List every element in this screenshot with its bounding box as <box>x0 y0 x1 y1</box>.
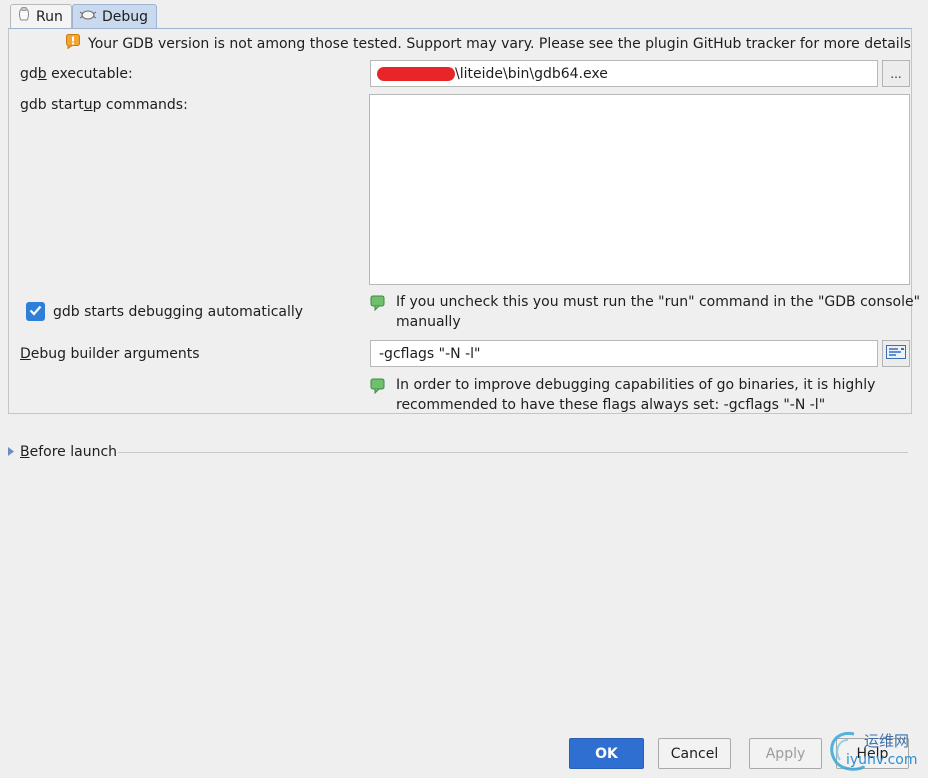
hint-line: recommended to have these flags always s… <box>396 397 826 413</box>
label-part: gdb start <box>20 97 84 113</box>
warning-text: Your GDB version is not among those test… <box>88 35 911 52</box>
ok-label: OK <box>595 745 618 762</box>
hint-line: If you uncheck this you must run the "ru… <box>396 294 921 310</box>
label-part: p commands: <box>92 97 188 113</box>
auto-start-label: gdb starts debugging automatically <box>53 304 303 320</box>
label-part: executable: <box>46 66 133 82</box>
gdb-version-warning: Your GDB version is not among those test… <box>66 34 911 53</box>
info-bubble-icon <box>370 295 386 312</box>
hint-line: In order to improve debugging capabiliti… <box>396 377 876 393</box>
apply-label: Apply <box>765 745 806 762</box>
cancel-label: Cancel <box>670 745 719 762</box>
before-launch-divider <box>118 452 908 453</box>
expand-triangle-icon <box>8 444 14 460</box>
checkmark-icon <box>29 304 42 320</box>
startup-commands-label: gdb startup commands: <box>20 97 188 113</box>
tab-run[interactable]: Run <box>10 4 72 28</box>
builder-hint-text: In order to improve debugging capabiliti… <box>396 375 875 415</box>
tab-debug[interactable]: Debug <box>72 4 157 28</box>
gdb-executable-label: gdb executable: <box>20 66 133 82</box>
expand-editor-button[interactable] <box>882 340 910 367</box>
site-watermark: 运维网 iyunv.com <box>824 726 928 774</box>
browse-label: ... <box>890 66 902 81</box>
watermark-logo: 运维网 iyunv.com <box>830 731 917 771</box>
mnemonic-letter: u <box>83 97 93 113</box>
mnemonic-letter: b <box>37 66 47 82</box>
builder-arguments-field[interactable]: -gcflags "-N -l" <box>370 340 878 367</box>
mnemonic-letter: g <box>163 304 173 320</box>
auto-start-checkbox[interactable] <box>26 302 45 321</box>
ok-button[interactable]: OK <box>569 738 644 769</box>
label-part: ebug builder arguments <box>30 346 200 362</box>
label-part: gd <box>20 66 38 82</box>
gdb-executable-field[interactable]: \liteide\bin\gdb64.exe <box>370 60 878 87</box>
watermark-line2: iyunv.com <box>846 752 917 768</box>
browse-button[interactable]: ... <box>882 60 910 87</box>
gdb-executable-value: \liteide\bin\gdb64.exe <box>455 65 608 82</box>
redacted-path-mark <box>377 66 455 81</box>
debug-icon <box>79 9 97 25</box>
mnemonic-letter: B <box>20 444 30 460</box>
label-part: ging automatically <box>172 304 304 320</box>
label-part: efore launch <box>29 444 118 460</box>
warning-icon <box>66 34 80 53</box>
builder-hint: In order to improve debugging capabiliti… <box>370 375 875 415</box>
before-launch-label: Before launch <box>20 444 117 460</box>
hint-line: manually <box>396 314 461 330</box>
builder-arguments-value: -gcflags "-N -l" <box>379 345 481 362</box>
tab-run-label: Run <box>36 8 63 25</box>
tab-debug-label: Debug <box>102 8 149 25</box>
before-launch-toggle[interactable]: Before launch <box>8 444 117 460</box>
label-part: gdb starts debu <box>53 304 164 320</box>
mnemonic-letter: D <box>20 346 31 362</box>
builder-arguments-label: Debug builder arguments <box>20 346 200 362</box>
run-icon <box>17 7 31 26</box>
startup-commands-textarea[interactable] <box>369 94 910 285</box>
auto-start-hint-text: If you uncheck this you must run the "ru… <box>396 292 920 332</box>
apply-button[interactable]: Apply <box>749 738 822 769</box>
info-bubble-icon <box>370 378 386 395</box>
watermark-line1: 运维网 <box>864 732 909 750</box>
text-editor-icon <box>886 344 906 364</box>
cancel-button[interactable]: Cancel <box>658 738 731 769</box>
auto-start-hint: If you uncheck this you must run the "ru… <box>370 292 920 332</box>
